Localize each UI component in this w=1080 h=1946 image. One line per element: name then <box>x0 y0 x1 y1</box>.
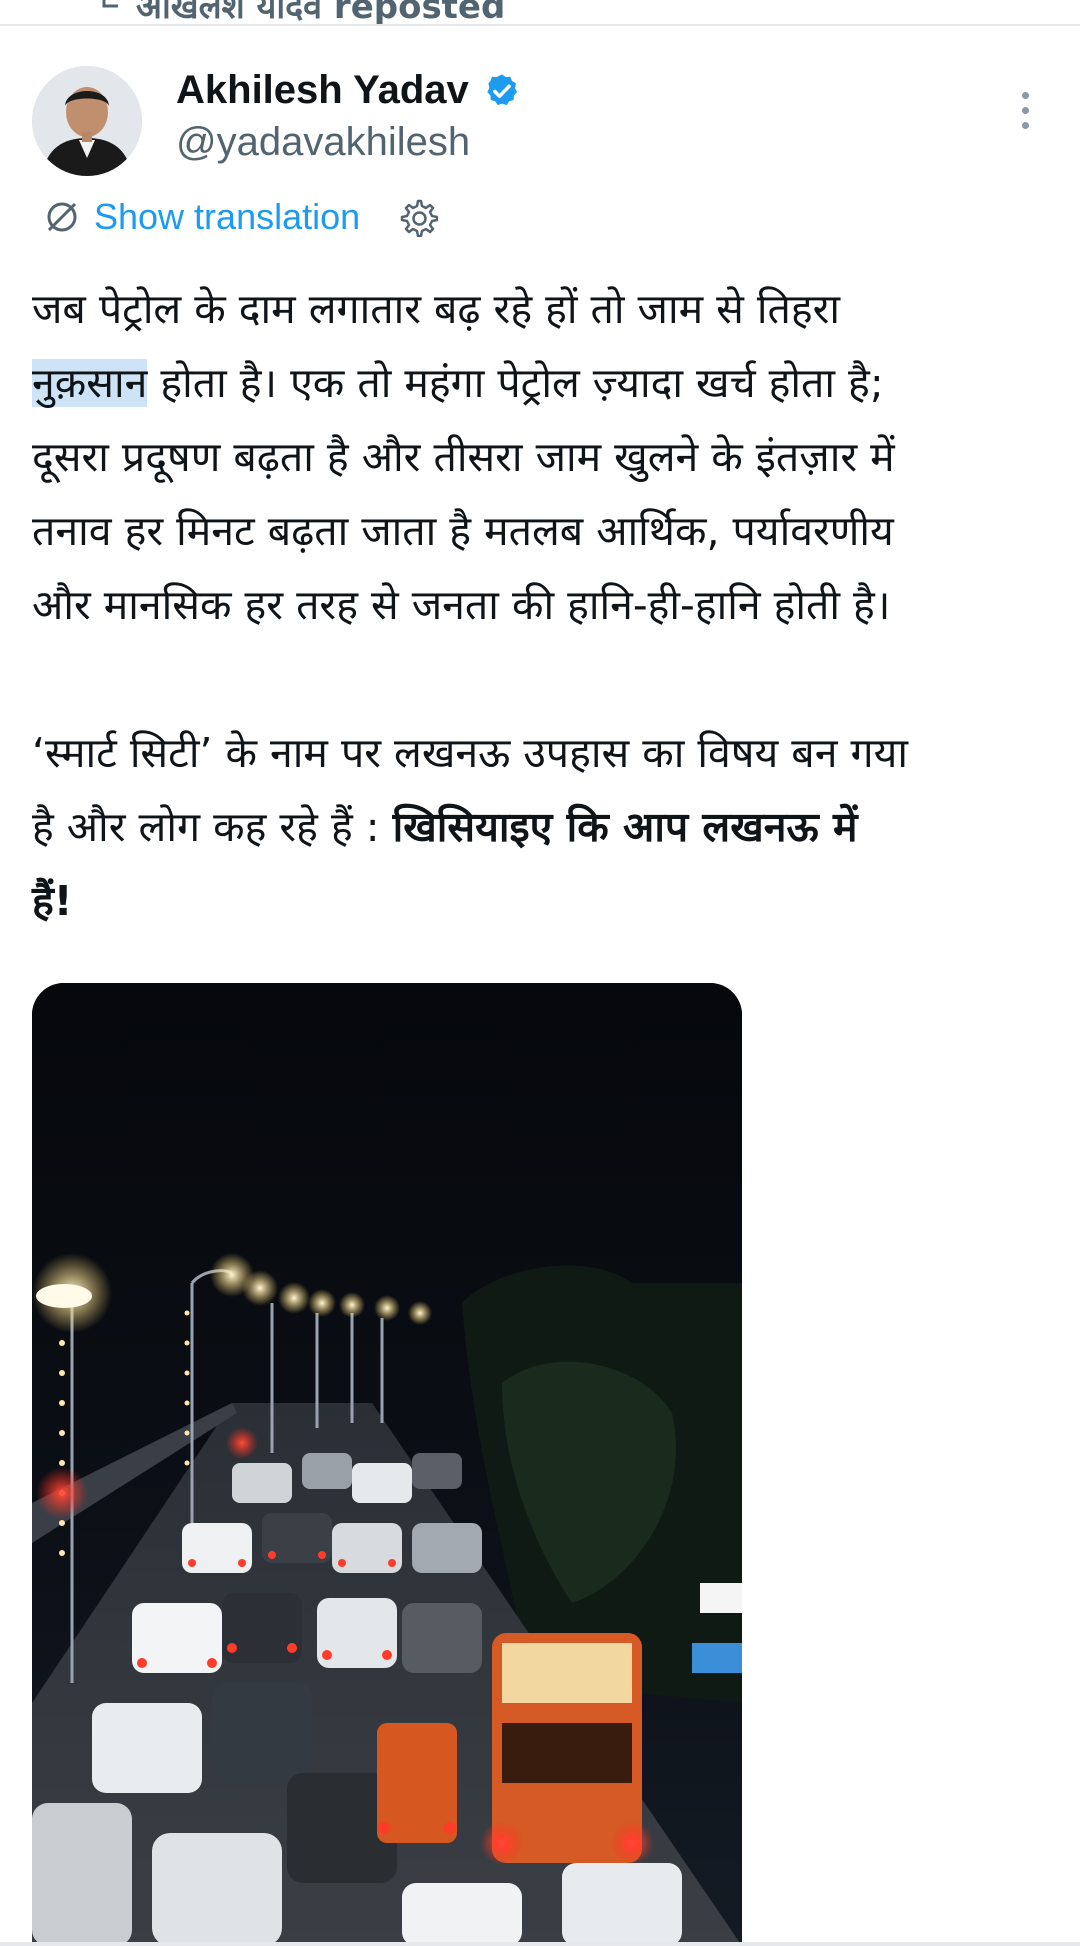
tweet-line-4: तनाव हर मिनट बढ़ता जाता है मतलब आर्थिक, … <box>32 507 894 555</box>
bold-quote-part-2: हैं! <box>32 877 73 925</box>
tweet-line-2: नुक़सान होता है। एक तो महंगा पेट्रोल ज़्… <box>32 346 1062 420</box>
tweet-line-2-rest: होता है। एक तो महंगा पेट्रोल ज़्यादा खर्… <box>147 359 884 407</box>
tweet-line-7-text: है और लोग कह रहे हैं : <box>32 803 393 851</box>
show-translation-link[interactable]: Show translation <box>94 196 360 238</box>
tweet-media[interactable] <box>32 983 742 1946</box>
repost-icon <box>102 0 118 8</box>
name-row: Akhilesh Yadav <box>176 68 521 113</box>
tweet-line-5: और मानसिक हर तरह से जनता की हानि-ही-हानि… <box>32 581 891 629</box>
translation-row: Show translation <box>44 196 439 238</box>
selected-word[interactable]: नुक़सान <box>32 359 148 407</box>
tweet-header: Akhilesh Yadav @yadavakhilesh <box>0 60 1080 180</box>
display-name[interactable]: Akhilesh Yadav <box>176 68 469 113</box>
user-handle[interactable]: @yadavakhilesh <box>176 120 470 165</box>
translate-icon <box>47 202 77 232</box>
tweet-line-8: हैं! <box>32 864 1062 938</box>
tweet-line-3: दूसरा प्रदूषण बढ़ता है और तीसरा जाम खुलन… <box>32 433 895 481</box>
top-divider <box>0 24 1080 26</box>
tweet-line-1: जब पेट्रोल के दाम लगातार बढ़ रहे हों तो … <box>32 285 841 333</box>
tweet-line-7: है और लोग कह रहे हैं : खिसियाइए कि आप लख… <box>32 790 1062 864</box>
tweet-text: जब पेट्रोल के दाम लगातार बढ़ रहे हों तो … <box>32 272 1062 938</box>
avatar[interactable] <box>32 66 142 176</box>
verified-badge-icon <box>487 73 517 105</box>
night-traffic-jam-image <box>32 983 742 1946</box>
bottom-divider <box>0 1942 1080 1946</box>
more-options-icon[interactable] <box>1010 92 1040 138</box>
gear-icon[interactable] <box>398 197 439 237</box>
avatar-image <box>32 66 142 176</box>
bold-quote-part-1: खिसियाइए कि आप लखनऊ में <box>392 803 858 851</box>
tweet-line-6: ‘स्मार्ट सिटी’ के नाम पर लखनऊ उपहास का व… <box>32 729 908 777</box>
